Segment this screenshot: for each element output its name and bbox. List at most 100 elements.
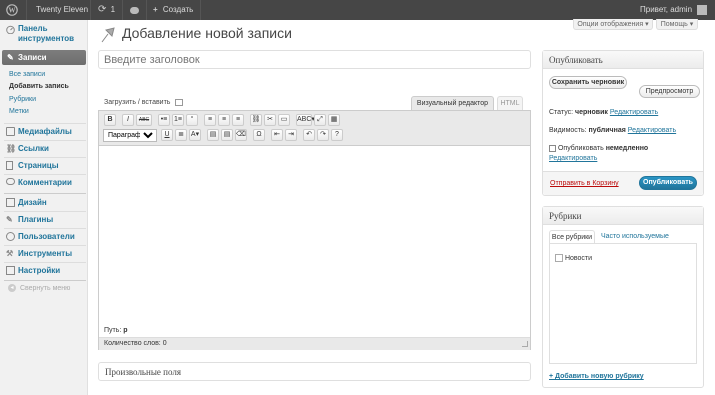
- align-right-button[interactable]: ≡: [232, 114, 244, 126]
- category-label: Новости: [564, 255, 593, 262]
- menu-tools[interactable]: ⚒ Инструменты: [4, 246, 86, 261]
- schedule-edit-link[interactable]: Редактировать: [549, 154, 597, 164]
- spellcheck-button[interactable]: ABC▾: [296, 114, 315, 126]
- visibility-row: Видимость: публичная Редактировать: [549, 126, 676, 136]
- align-left-button[interactable]: ≡: [204, 114, 216, 126]
- resize-handle-icon[interactable]: [522, 341, 528, 347]
- menu-posts[interactable]: ✎ Записи: [2, 50, 86, 65]
- category-checkbox[interactable]: [555, 254, 563, 263]
- collapse-menu[interactable]: ◂ Свернуть меню: [8, 284, 70, 294]
- updates-count: 1: [110, 5, 116, 14]
- blockquote-button[interactable]: “: [186, 114, 198, 126]
- align-center-button[interactable]: ≡: [218, 114, 230, 126]
- justify-button[interactable]: ≣: [175, 129, 187, 141]
- menu-media[interactable]: Медиафайлы: [4, 124, 86, 139]
- text-color-button[interactable]: A▾: [189, 129, 201, 141]
- media-insert-icon[interactable]: [175, 98, 184, 106]
- new-content-label: Создать: [162, 5, 194, 14]
- pages-icon: [6, 161, 13, 170]
- tab-html-label: HTML: [500, 100, 520, 107]
- submenu-add-post[interactable]: Добавить запись: [9, 82, 69, 92]
- submenu-tags[interactable]: Метки: [9, 107, 29, 117]
- tab-all-categories[interactable]: Все рубрики: [549, 230, 595, 243]
- categories-box-title: Рубрики: [543, 207, 703, 225]
- chevron-down-icon: ▾: [645, 21, 649, 28]
- menu-pages[interactable]: Страницы: [4, 158, 86, 173]
- account-link[interactable]: Привет, admin: [640, 0, 708, 20]
- menu-settings[interactable]: Настройки: [4, 263, 86, 278]
- media-icon: [6, 127, 15, 136]
- status-value: черновик: [575, 109, 608, 116]
- insert-link-button[interactable]: ⛓: [250, 114, 262, 126]
- category-item[interactable]: Новости: [555, 254, 592, 264]
- editor-content-area[interactable]: [99, 147, 530, 324]
- visibility-edit-link[interactable]: Редактировать: [628, 127, 676, 134]
- bold-button[interactable]: B: [104, 114, 116, 126]
- tab-html[interactable]: HTML: [497, 96, 523, 110]
- menu-tools-label: Инструменты: [18, 249, 73, 258]
- tab-popular-categories[interactable]: Часто используемые: [601, 230, 669, 243]
- custom-fields-box[interactable]: Произвольные поля: [98, 362, 531, 381]
- add-new-category-link[interactable]: + Добавить новую рубрику: [549, 372, 644, 382]
- save-draft-button[interactable]: Сохранить черновик: [549, 76, 627, 89]
- screen-options-button[interactable]: Опции отображения ▾: [573, 19, 653, 30]
- post-title-input[interactable]: [98, 50, 531, 69]
- indent-button[interactable]: ⇥: [285, 129, 297, 141]
- tab-visual-editor[interactable]: Визуальный редактор: [411, 96, 494, 110]
- undo-button[interactable]: ↶: [303, 129, 315, 141]
- menu-appearance-label: Дизайн: [18, 198, 47, 207]
- special-char-button[interactable]: Ω: [253, 129, 265, 141]
- status-edit-link[interactable]: Редактировать: [610, 109, 658, 116]
- underline-button[interactable]: U: [161, 129, 173, 141]
- trash-link[interactable]: Отправить в Корзину: [550, 179, 619, 189]
- toolbar-button-glyph: ▤: [209, 131, 217, 138]
- kitchen-sink-button[interactable]: ▦: [328, 114, 340, 126]
- bullet-list-button[interactable]: •≡: [158, 114, 170, 126]
- menu-appearance[interactable]: Дизайн: [4, 195, 86, 210]
- format-select[interactable]: Параграф: [103, 129, 157, 142]
- redo-button[interactable]: ↷: [317, 129, 329, 141]
- screen-options-label: Опции отображения: [577, 21, 644, 28]
- outdent-button[interactable]: ⇤: [271, 129, 283, 141]
- comment-bubble-icon: [130, 7, 139, 14]
- schedule-label: Опубликовать: [557, 145, 604, 152]
- upload-insert[interactable]: Загрузить / вставить: [104, 98, 184, 108]
- appearance-icon: [6, 198, 15, 207]
- strikethrough-button[interactable]: ABC: [136, 114, 152, 126]
- italic-button[interactable]: I: [122, 114, 134, 126]
- menu-plugins[interactable]: ✎ Плагины: [4, 212, 86, 227]
- calendar-icon: [549, 144, 556, 152]
- word-count-label: Количество слов:: [104, 340, 161, 347]
- fullscreen-button[interactable]: ⤢: [314, 114, 326, 126]
- tools-icon: ⚒: [6, 249, 14, 258]
- menu-comments[interactable]: Комментарии: [4, 175, 86, 190]
- more-tag-button[interactable]: ▭: [278, 114, 290, 126]
- menu-dashboard-label: Панель инструментов: [18, 24, 75, 43]
- plus-icon: +: [153, 5, 158, 14]
- toolbar-button-glyph: ▭: [280, 116, 288, 123]
- toolbar-button-glyph: A▾: [190, 131, 200, 138]
- site-name-link[interactable]: Twenty Eleven: [36, 0, 88, 20]
- preview-button[interactable]: Предпросмотр: [639, 85, 700, 98]
- paste-text-button[interactable]: ▤: [207, 129, 219, 141]
- menu-dashboard[interactable]: Панель инструментов: [4, 22, 86, 46]
- unlink-button[interactable]: ✂: [264, 114, 276, 126]
- new-content-link[interactable]: + Создать: [153, 0, 193, 20]
- menu-links[interactable]: ⛓ Ссылки: [4, 141, 86, 156]
- comments-link[interactable]: [130, 0, 139, 20]
- toolbar-button-glyph: ↶: [306, 131, 312, 138]
- help-button[interactable]: Помощь ▾: [656, 19, 698, 30]
- remove-format-button[interactable]: ⌫: [235, 129, 247, 141]
- paste-word-button[interactable]: ▤: [221, 129, 233, 141]
- updates-link[interactable]: ⟳ 1: [98, 0, 115, 20]
- help-button[interactable]: ?: [331, 129, 343, 141]
- submenu-all-posts[interactable]: Все записи: [9, 70, 45, 80]
- toolbar-button-glyph: ⇤: [274, 131, 280, 138]
- publish-button[interactable]: Опубликовать: [639, 176, 697, 190]
- number-list-button[interactable]: 1≡: [172, 114, 184, 126]
- toolbar-button-glyph: Ω: [256, 131, 262, 138]
- toolbar-button-glyph: ⤢: [317, 116, 323, 123]
- submenu-categories[interactable]: Рубрики: [9, 95, 36, 105]
- menu-users[interactable]: Пользователи: [4, 229, 86, 244]
- wordpress-logo-icon[interactable]: W: [6, 0, 20, 20]
